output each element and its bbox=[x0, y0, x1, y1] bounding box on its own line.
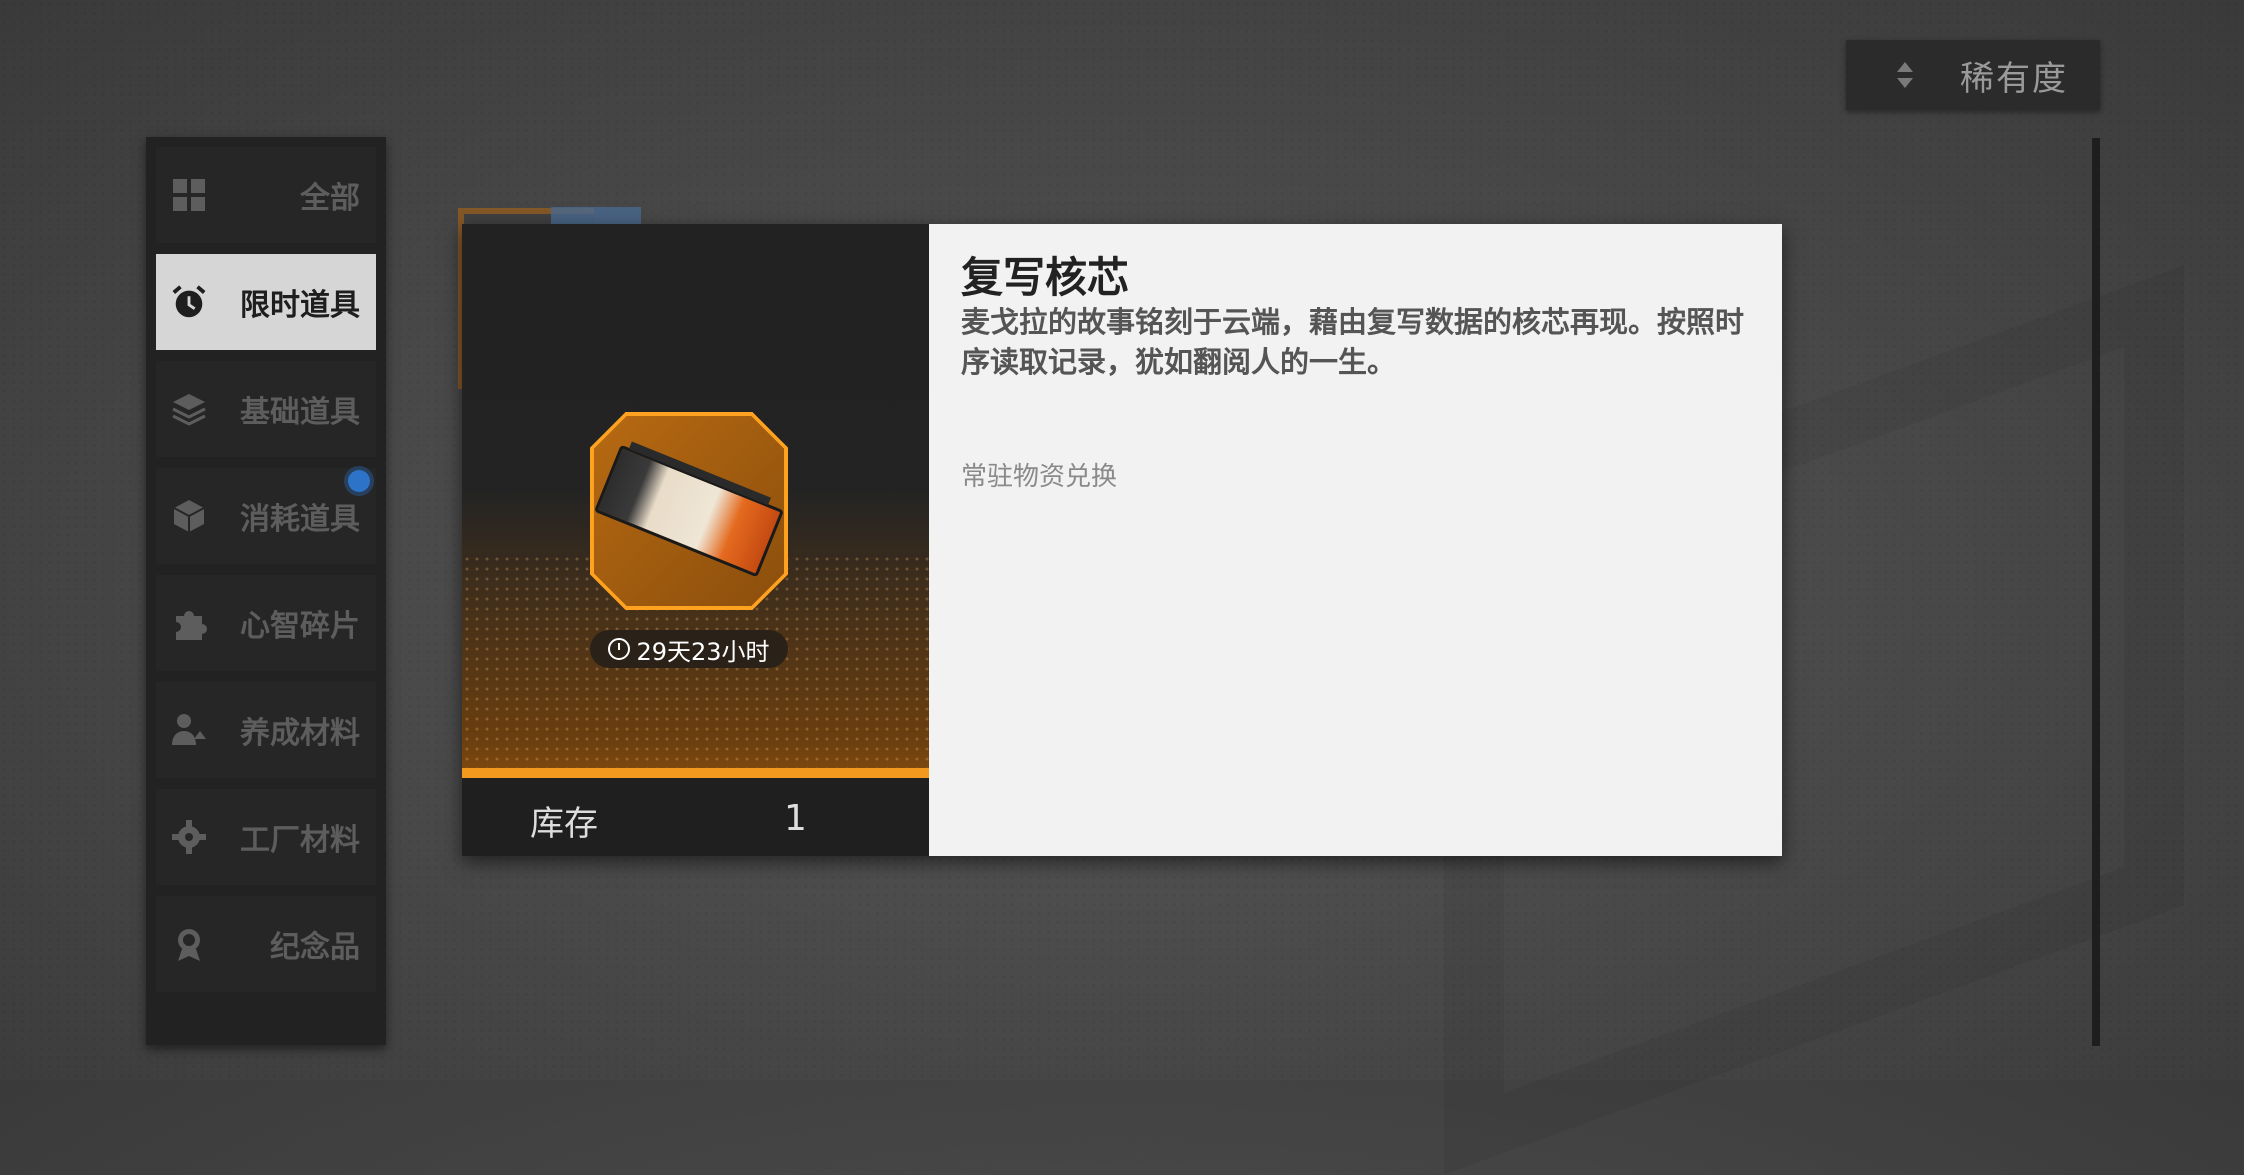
scrollbar[interactable] bbox=[2092, 138, 2100, 1046]
item-detail-popup: 29天23小时 库存 1 复写核芯 麦戈拉的故事铭刻于云端，藉由复写数据的核芯再… bbox=[462, 224, 1782, 856]
stock-label: 库存 bbox=[530, 804, 598, 844]
accent-bar bbox=[462, 768, 929, 778]
sidebar-item-label: 心智碎片 bbox=[240, 609, 360, 644]
alarm-clock-icon bbox=[170, 283, 208, 321]
category-sidebar: 全部 限时道具 基础道具 消耗道具 心智碎片 养成材料 工厂材料 纪念品 bbox=[146, 137, 386, 1045]
clock-icon bbox=[608, 638, 631, 660]
item-info-panel: 复写核芯 麦戈拉的故事铭刻于云端，藉由复写数据的核芯再现。按照时序读取记录，犹如… bbox=[929, 224, 1782, 856]
sidebar-item-souvenir[interactable]: 纪念品 bbox=[156, 896, 376, 992]
notification-dot bbox=[348, 470, 370, 492]
medal-icon bbox=[170, 925, 208, 963]
sort-arrows-icon bbox=[1890, 62, 1920, 88]
item-icon-frame bbox=[590, 412, 788, 610]
stock-value: 1 bbox=[784, 798, 807, 839]
item-source: 常驻物资兑换 bbox=[961, 462, 1118, 492]
sidebar-item-label: 养成材料 bbox=[240, 716, 360, 751]
sidebar-item-label: 纪念品 bbox=[270, 930, 360, 965]
item-name: 复写核芯 bbox=[961, 253, 1130, 302]
gear-icon bbox=[170, 818, 208, 856]
sidebar-item-label: 工厂材料 bbox=[240, 823, 360, 858]
sidebar-item-growth-material[interactable]: 养成材料 bbox=[156, 682, 376, 778]
grid-icon bbox=[170, 176, 208, 214]
sidebar-item-label: 基础道具 bbox=[240, 395, 360, 430]
sidebar-item-label: 全部 bbox=[300, 181, 360, 216]
box-icon bbox=[170, 497, 208, 535]
sidebar-item-limited[interactable]: 限时道具 bbox=[156, 254, 376, 350]
sidebar-item-factory-material[interactable]: 工厂材料 bbox=[156, 789, 376, 885]
sort-button[interactable]: 稀有度 bbox=[1846, 40, 2100, 110]
sidebar-item-basic[interactable]: 基础道具 bbox=[156, 361, 376, 457]
puzzle-icon bbox=[170, 604, 208, 642]
sidebar-item-label: 消耗道具 bbox=[240, 502, 360, 537]
stock-row: 库存 1 bbox=[462, 778, 929, 856]
sidebar-item-all[interactable]: 全部 bbox=[156, 147, 376, 243]
user-upgrade-icon bbox=[170, 711, 208, 749]
rewrite-core-chip-icon bbox=[593, 441, 785, 578]
sidebar-item-mind-fragment[interactable]: 心智碎片 bbox=[156, 575, 376, 671]
sidebar-item-consumable[interactable]: 消耗道具 bbox=[156, 468, 376, 564]
item-preview-panel: 29天23小时 库存 1 bbox=[462, 224, 929, 856]
layers-icon bbox=[170, 390, 208, 428]
timer-text: 29天23小时 bbox=[636, 637, 770, 666]
item-description: 麦戈拉的故事铭刻于云端，藉由复写数据的核芯再现。按照时序读取记录，犹如翻阅人的一… bbox=[961, 305, 1745, 379]
expiry-timer-badge: 29天23小时 bbox=[590, 630, 788, 668]
sort-label: 稀有度 bbox=[1960, 58, 2068, 99]
sidebar-item-label: 限时道具 bbox=[240, 288, 360, 323]
